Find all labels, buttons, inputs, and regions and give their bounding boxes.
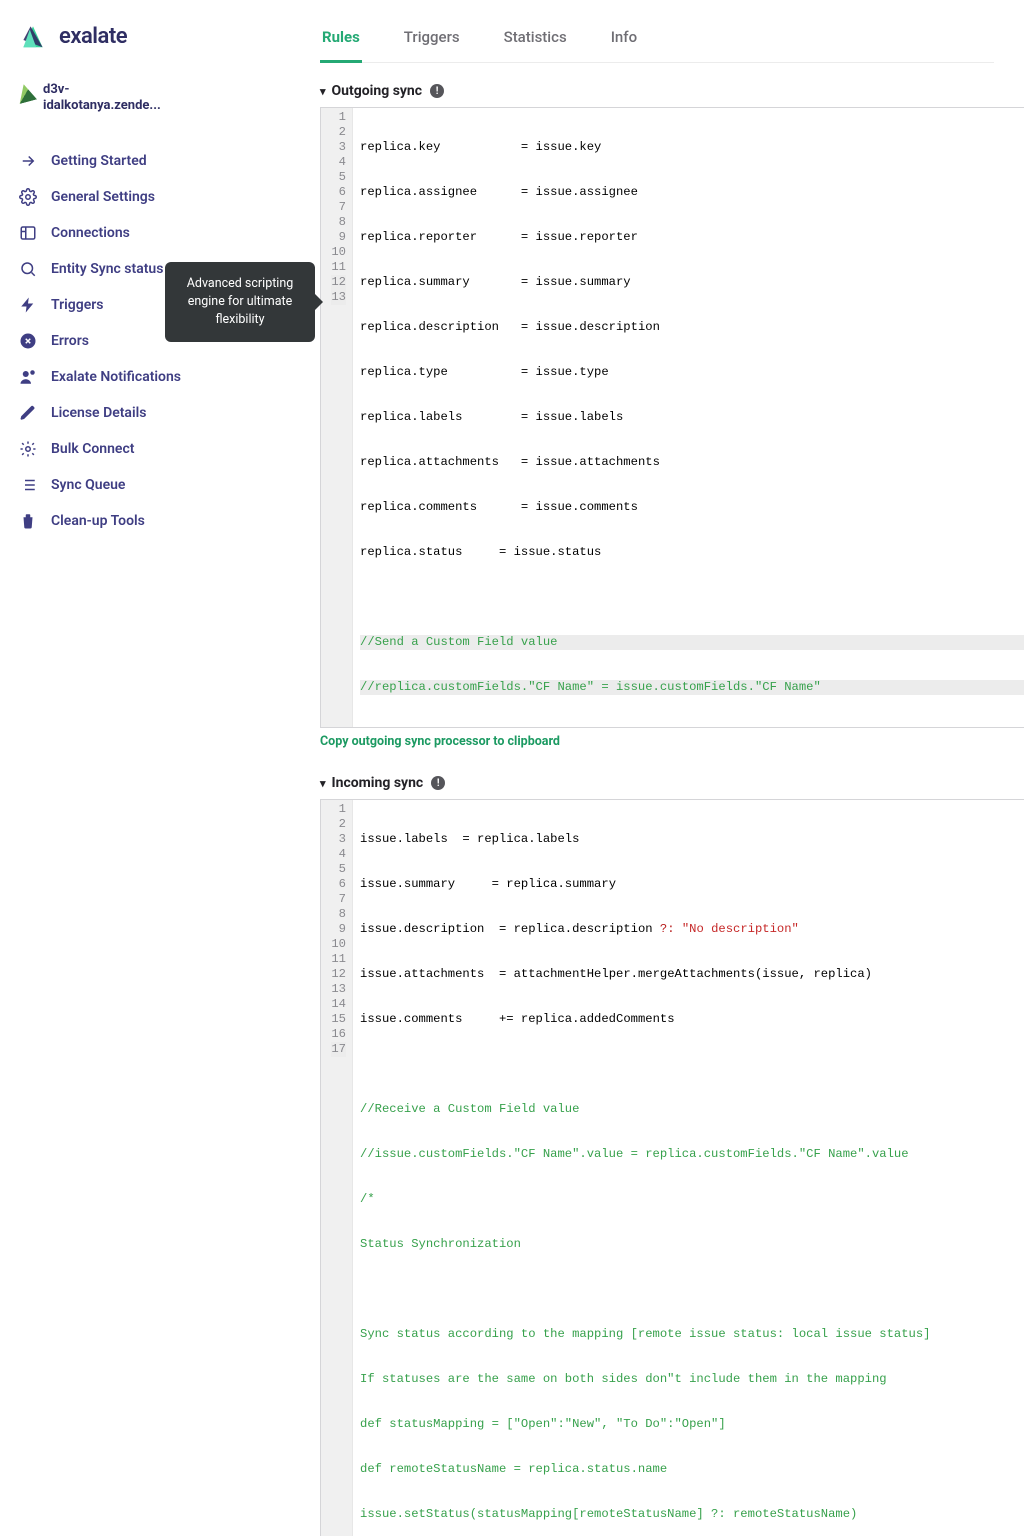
sidebar-item-sync-queue[interactable]: Sync Queue bbox=[15, 467, 200, 503]
tab-bar: Rules Triggers Statistics Info bbox=[320, 0, 994, 63]
connections-tooltip: Advanced scripting engine for ultimate f… bbox=[165, 262, 315, 342]
bolt-icon bbox=[19, 296, 37, 314]
incoming-sync-section: ▾ Incoming sync ! 1 2 3 4 5 6 7 8 9 10 1… bbox=[320, 775, 1024, 1536]
chevron-down-icon: ▾ bbox=[320, 85, 326, 98]
incoming-sync-editor[interactable]: 1 2 3 4 5 6 7 8 9 10 11 12 13 14 15 16 1… bbox=[320, 799, 1024, 1536]
sidebar-item-general-settings[interactable]: General Settings bbox=[15, 179, 200, 215]
outgoing-sync-section: ▾ Outgoing sync ! 1 2 3 4 5 6 7 8 9 10 1… bbox=[320, 83, 1024, 749]
tab-rules[interactable]: Rules bbox=[320, 28, 362, 63]
connections-icon bbox=[19, 224, 37, 242]
sidebar-item-getting-started[interactable]: Getting Started bbox=[15, 143, 200, 179]
bulk-gear-icon bbox=[19, 440, 37, 458]
incoming-sync-header[interactable]: ▾ Incoming sync ! bbox=[320, 775, 1024, 791]
outgoing-gutter: 1 2 3 4 5 6 7 8 9 10 11 12 13 bbox=[321, 108, 353, 727]
sidebar-item-label: Exalate Notifications bbox=[51, 369, 181, 385]
instance-label: d3v-idalkotanya.zende... bbox=[43, 82, 183, 115]
tab-triggers[interactable]: Triggers bbox=[402, 28, 462, 62]
sidebar-item-label: Getting Started bbox=[51, 153, 147, 169]
brand-logo: exalate bbox=[15, 20, 200, 52]
arrow-right-icon bbox=[19, 152, 37, 170]
sidebar-item-label: Sync Queue bbox=[51, 477, 125, 493]
tab-statistics[interactable]: Statistics bbox=[502, 28, 569, 62]
main-content: Rules Triggers Statistics Info ▾ Outgoin… bbox=[320, 0, 1024, 768]
brand-name: exalate bbox=[59, 24, 127, 49]
sidebar-item-exalate-notifications[interactable]: Exalate Notifications bbox=[15, 359, 200, 395]
list-icon bbox=[19, 476, 37, 494]
tooltip-text: Advanced scripting engine for ultimate f… bbox=[187, 276, 294, 327]
outgoing-code[interactable]: replica.key = issue.key replica.assignee… bbox=[353, 108, 1024, 727]
sidebar-item-label: Connections bbox=[51, 225, 130, 241]
sidebar-item-label: Clean-up Tools bbox=[51, 513, 145, 529]
sidebar: exalate d3v-idalkotanya.zende... Getting… bbox=[0, 0, 200, 768]
trash-icon bbox=[19, 512, 37, 530]
bell-person-icon bbox=[19, 368, 37, 386]
pencil-icon bbox=[19, 404, 37, 422]
copy-outgoing-link[interactable]: Copy outgoing sync processor to clipboar… bbox=[320, 734, 1024, 749]
chevron-down-icon: ▾ bbox=[320, 777, 326, 790]
incoming-sync-title: Incoming sync bbox=[332, 775, 424, 791]
instance-indicator[interactable]: d3v-idalkotanya.zende... bbox=[15, 82, 200, 115]
outgoing-sync-header[interactable]: ▾ Outgoing sync ! bbox=[320, 83, 1024, 99]
outgoing-sync-title: Outgoing sync bbox=[332, 83, 423, 99]
info-icon[interactable]: ! bbox=[430, 84, 444, 98]
outgoing-sync-editor[interactable]: 1 2 3 4 5 6 7 8 9 10 11 12 13 replica.ke… bbox=[320, 107, 1024, 728]
gear-icon bbox=[19, 188, 37, 206]
sidebar-item-label: License Details bbox=[51, 405, 146, 421]
error-icon bbox=[19, 332, 37, 350]
sidebar-item-label: Bulk Connect bbox=[51, 441, 134, 457]
sidebar-item-connections[interactable]: Connections bbox=[15, 215, 200, 251]
instance-glyph-icon bbox=[15, 82, 37, 104]
sidebar-item-label: Triggers bbox=[51, 297, 104, 313]
sidebar-item-label: Errors bbox=[51, 333, 89, 349]
tab-info[interactable]: Info bbox=[609, 28, 639, 62]
incoming-code[interactable]: issue.labels = replica.labels issue.summ… bbox=[353, 800, 1024, 1536]
sidebar-item-cleanup-tools[interactable]: Clean-up Tools bbox=[15, 503, 200, 539]
sidebar-item-license-details[interactable]: License Details bbox=[15, 395, 200, 431]
info-icon[interactable]: ! bbox=[431, 776, 445, 790]
exalate-logo-icon bbox=[17, 20, 49, 52]
sidebar-item-label: General Settings bbox=[51, 189, 155, 205]
sidebar-item-label: Entity Sync status bbox=[51, 261, 163, 277]
incoming-gutter: 1 2 3 4 5 6 7 8 9 10 11 12 13 14 15 16 1… bbox=[321, 800, 353, 1536]
sidebar-item-bulk-connect[interactable]: Bulk Connect bbox=[15, 431, 200, 467]
search-icon bbox=[19, 260, 37, 278]
